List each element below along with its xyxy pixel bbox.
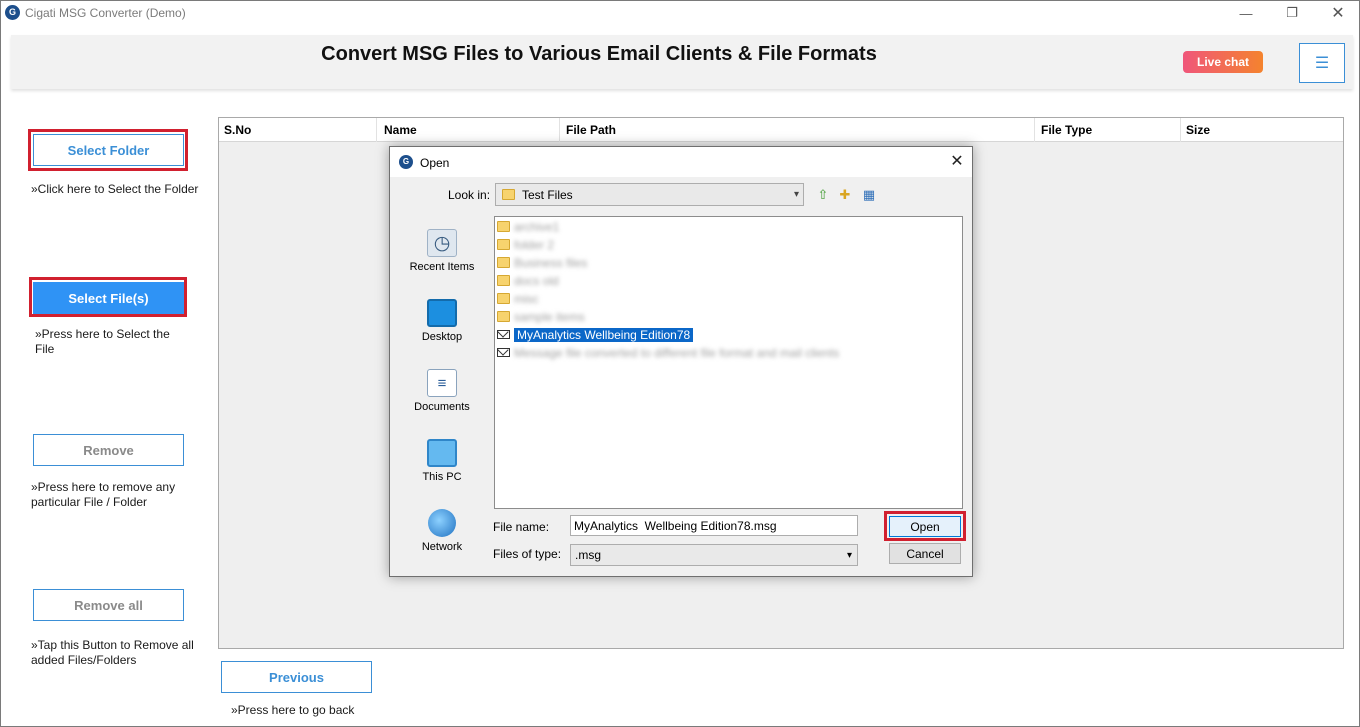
previous-button[interactable]: Previous [221,661,372,693]
hamburger-icon: ☰ [1314,55,1330,72]
remove-all-button[interactable]: Remove all [33,589,184,621]
dialog-title: Open [420,156,450,170]
place-label: Desktop [421,331,463,343]
folder-icon [502,189,515,200]
computer-icon [427,439,457,467]
open-file-dialog: G Open ✕ Look in: Test Files ▾ ⇧ ✚ ▦ ◷ R… [389,146,973,577]
cancel-button[interactable]: Cancel [889,543,961,564]
app-window: G Cigati MSG Converter (Demo) — ❐ ✕ Conv… [0,0,1360,727]
column-header-size[interactable]: Size [1181,118,1343,142]
place-documents[interactable]: ≡ Documents [402,369,482,429]
files-of-type-dropdown[interactable]: .msg ▾ [570,544,858,566]
look-in-dropdown[interactable]: Test Files ▾ [495,183,804,206]
list-item[interactable]: archive1 [497,218,559,235]
select-folder-button[interactable]: Select Folder [33,134,184,166]
list-item[interactable]: misc [497,290,539,307]
table-header: S.No Name File Path File Type Size [219,118,1343,142]
column-header-file-path[interactable]: File Path [561,118,1035,142]
column-header-file-type[interactable]: File Type [1036,118,1181,142]
network-globe-icon [428,509,456,537]
page-title: Convert MSG Files to Various Email Clien… [321,43,877,65]
list-item[interactable]: Message file converted to different file… [497,344,839,361]
select-folder-hint: »Click here to Select the Folder [31,182,199,196]
dialog-title-bar: G Open ✕ [390,147,972,177]
list-item[interactable]: docs old [497,272,559,289]
files-of-type-label: Files of type: [493,547,562,561]
place-network[interactable]: Network [402,509,482,569]
documents-icon: ≡ [427,369,457,397]
view-menu-icon[interactable]: ▦ [858,186,880,204]
maximize-button[interactable]: ❐ [1269,3,1315,23]
place-label: Documents [414,401,470,413]
folder-icon [497,293,510,304]
title-bar: G Cigati MSG Converter (Demo) — ❐ ✕ [1,1,1359,25]
previous-hint: »Press here to go back [231,703,355,717]
look-in-label: Look in: [448,188,491,202]
header-banner: Convert MSG Files to Various Email Clien… [11,35,1353,89]
files-of-type-value: .msg [575,548,602,562]
email-icon [497,348,510,357]
close-window-button[interactable]: ✕ [1315,3,1360,23]
folder-icon [497,311,510,322]
look-in-value: Test Files [522,187,573,202]
live-chat-button[interactable]: Live chat [1183,51,1263,73]
folder-icon [497,257,510,268]
chevron-down-icon: ▾ [793,189,799,200]
clock-icon: ◷ [427,229,457,257]
minimize-button[interactable]: — [1223,3,1269,23]
dialog-close-button[interactable]: ✕ [946,151,968,173]
select-files-hint: »Press here to Select the File [35,327,170,356]
chevron-down-icon: ▾ [846,550,852,561]
file-name-label: File name: [493,520,550,534]
email-icon [497,330,510,339]
place-label: Recent Items [409,261,475,273]
file-name-input[interactable] [570,515,858,536]
app-logo-icon: G [5,5,20,20]
hamburger-menu-button[interactable]: ☰ [1299,43,1345,83]
folder-icon [497,221,510,232]
list-item[interactable]: sample items [497,308,585,325]
column-header-name[interactable]: Name [379,118,560,142]
up-folder-icon[interactable]: ⇧ [814,186,832,204]
open-button[interactable]: Open [889,516,961,537]
place-desktop[interactable]: Desktop [402,299,482,359]
list-item[interactable]: Business files [497,254,587,271]
place-label: This PC [422,471,462,483]
folder-icon [497,275,510,286]
folder-icon [497,239,510,250]
list-item[interactable]: folder 2 [497,236,554,253]
places-bar: ◷ Recent Items Desktop ≡ Documents This … [402,215,482,571]
new-folder-icon[interactable]: ✚ [836,186,854,204]
remove-all-hint: »Tap this Button to Remove all added Fil… [31,638,194,667]
window-title: Cigati MSG Converter (Demo) [25,6,186,20]
dialog-app-icon: G [399,155,413,169]
remove-button[interactable]: Remove [33,434,184,466]
desktop-icon [427,299,457,327]
remove-hint: »Press here to remove any particular Fil… [31,480,176,509]
column-header-sno[interactable]: S.No [219,118,377,142]
place-this-pc[interactable]: This PC [402,439,482,499]
place-recent-items[interactable]: ◷ Recent Items [402,229,482,289]
select-files-button[interactable]: Select File(s) [33,282,184,314]
place-label: Network [421,541,463,553]
file-browser-pane[interactable]: archive1 folder 2 Business files docs ol… [494,216,963,509]
list-item-selected[interactable]: MyAnalytics Wellbeing Edition78 [497,326,694,343]
